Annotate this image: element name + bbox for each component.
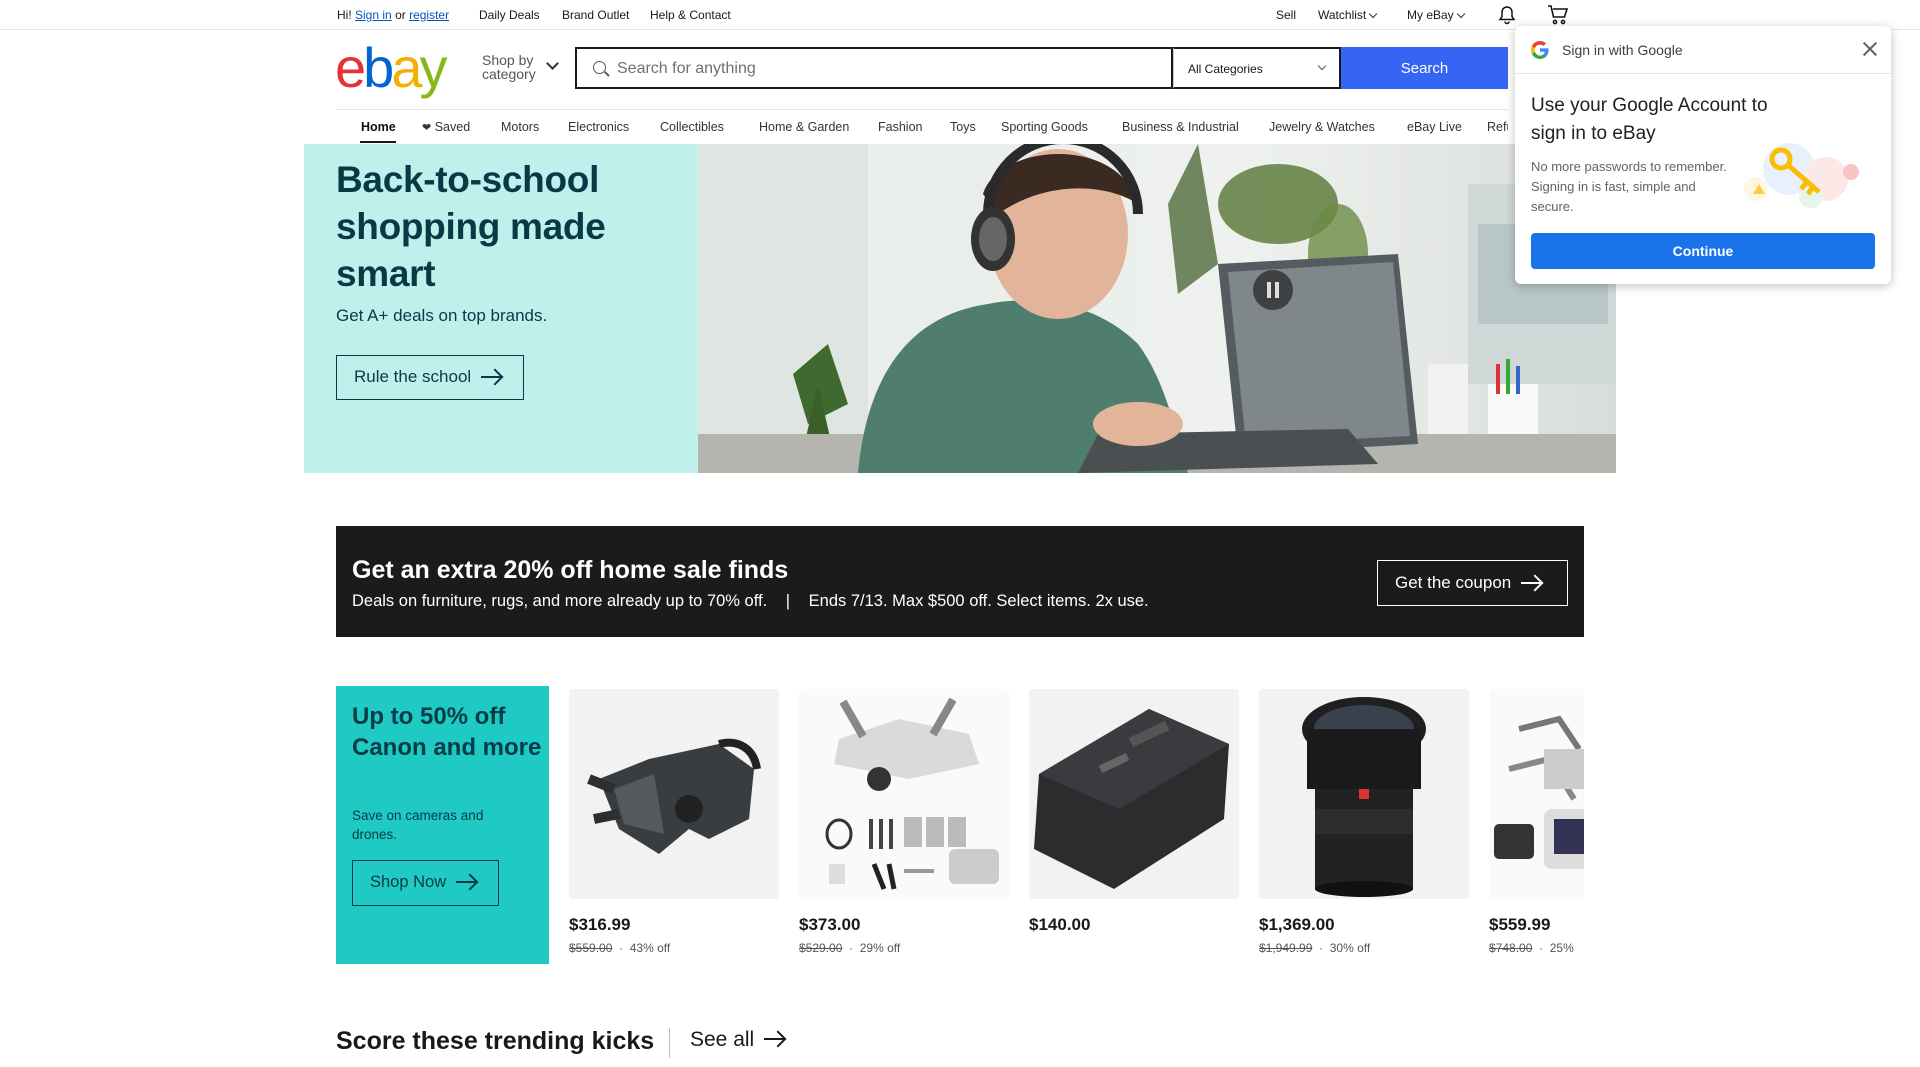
chevron-down-icon — [1456, 9, 1465, 19]
greeting: Hi! Sign in or register — [337, 8, 450, 22]
hero-image-student-laptop — [698, 144, 1616, 473]
register-link[interactable]: register — [409, 8, 449, 22]
product-image-fpv-goggles — [569, 689, 779, 899]
product-image-drone-battery — [1029, 689, 1239, 899]
tab-sporting-goods[interactable]: Sporting Goods — [1001, 120, 1088, 134]
key-illustration-icon — [1741, 134, 1861, 219]
discount-label: 25% — [1549, 941, 1574, 955]
bell-icon[interactable] — [1497, 5, 1517, 28]
product-price: $373.00 — [799, 915, 861, 934]
product-card[interactable]: $1,369.00 $1,949.99 · 30% off — [1259, 689, 1469, 955]
discount-label: 43% off — [629, 941, 671, 955]
ebay-logo[interactable]: ebay — [335, 40, 447, 96]
tab-saved[interactable]: ❤ Saved — [422, 120, 470, 134]
tab-fashion[interactable]: Fashion — [878, 120, 922, 134]
sell-link[interactable]: Sell — [1276, 8, 1296, 22]
discount-label: 29% off — [859, 941, 901, 955]
tab-jewelry-watches[interactable]: Jewelry & Watches — [1269, 120, 1375, 134]
help-contact-link[interactable]: Help & Contact — [650, 8, 731, 22]
shop-by-category-button[interactable]: Shop by category — [482, 53, 559, 81]
shop-now-button[interactable]: Shop Now — [352, 860, 499, 906]
camera-deals-subtitle: Save on cameras and drones. — [352, 808, 484, 842]
popup-header: Sign in with Google — [1515, 26, 1891, 74]
discount-label: 30% off — [1329, 941, 1371, 955]
original-price: $529.00 — [799, 941, 843, 955]
search-button[interactable]: Search — [1341, 47, 1508, 89]
tab-business-industrial[interactable]: Business & Industrial — [1122, 120, 1239, 134]
product-image-drone-combo-kit — [799, 689, 1009, 899]
tab-toys[interactable]: Toys — [950, 120, 976, 134]
google-sign-in-popup: Sign in with Google Use your Google Acco… — [1515, 26, 1891, 284]
hero-title: Back-to-school shopping made smart — [336, 159, 606, 294]
product-card[interactable]: $316.99 $559.00 · 43% off — [569, 689, 779, 955]
original-price: $748.00 — [1489, 941, 1533, 955]
chevron-down-icon — [546, 57, 559, 70]
product-price: $316.99 — [569, 915, 631, 934]
arrow-right-icon — [456, 880, 477, 883]
sign-in-link[interactable]: Sign in — [355, 8, 392, 22]
brand-outlet-link[interactable]: Brand Outlet — [562, 8, 629, 22]
see-all-link[interactable]: See all — [669, 1028, 785, 1058]
popup-header-title: Sign in with Google — [1562, 42, 1683, 58]
search-box — [575, 47, 1173, 89]
search-icon — [593, 61, 606, 74]
active-tab-underline — [360, 141, 396, 143]
watchlist-menu[interactable]: Watchlist — [1318, 8, 1378, 22]
tab-ebay-live[interactable]: eBay Live — [1407, 120, 1462, 134]
product-image-camera-lens — [1259, 689, 1469, 899]
tab-collectibles[interactable]: Collectibles — [660, 120, 724, 134]
product-image-drone-with-controller — [1489, 689, 1584, 899]
product-price: $140.00 — [1029, 915, 1091, 934]
original-price: $1,949.99 — [1259, 941, 1313, 955]
daily-deals-link[interactable]: Daily Deals — [479, 8, 540, 22]
camera-deals-tile: Up to 50% off Canon and more Save on cam… — [336, 686, 549, 964]
my-ebay-menu[interactable]: My eBay — [1407, 8, 1465, 22]
hero-banner: Back-to-school shopping made smart Get A… — [304, 144, 1616, 473]
continue-button[interactable]: Continue — [1531, 233, 1875, 269]
category-nav: Home ❤ Saved Motors Electronics Collecti… — [337, 109, 1508, 144]
product-card[interactable]: $373.00 $529.00 · 29% off — [799, 689, 1009, 955]
heart-icon: ❤ — [422, 122, 432, 134]
pause-icon[interactable] — [1253, 270, 1293, 310]
tab-refurbished[interactable]: Refu — [1487, 120, 1508, 134]
product-card[interactable]: $140.00 — [1029, 689, 1239, 935]
trending-section-title: Score these trending kicks — [336, 1027, 655, 1055]
search-input[interactable] — [617, 58, 977, 80]
product-carousel: $316.99 $559.00 · 43% off $373.00 $529.0… — [560, 680, 1584, 980]
product-price: $559.99 — [1489, 915, 1551, 934]
arrow-right-icon — [1521, 581, 1542, 584]
category-select[interactable]: All Categories — [1173, 47, 1341, 89]
popup-description: No more passwords to remember. Signing i… — [1531, 159, 1727, 214]
product-price: $1,369.00 — [1259, 915, 1335, 934]
tab-motors[interactable]: Motors — [501, 120, 539, 134]
original-price: $559.00 — [569, 941, 613, 955]
product-card[interactable]: $559.99 $748.00 · 25% — [1489, 689, 1584, 955]
chevron-down-icon — [1317, 61, 1327, 71]
chevron-down-icon — [1368, 9, 1378, 19]
rule-the-school-button[interactable]: Rule the school — [336, 355, 524, 400]
close-icon[interactable] — [1861, 40, 1879, 58]
google-logo-icon — [1530, 40, 1549, 64]
camera-deals-title: Up to 50% off Canon and more — [352, 703, 542, 761]
promo-subtitle: Deals on furniture, rugs, and more alrea… — [352, 592, 1149, 610]
tab-electronics[interactable]: Electronics — [568, 120, 629, 134]
promo-banner: Get an extra 20% off home sale finds Dea… — [336, 526, 1584, 637]
get-coupon-button[interactable]: Get the coupon — [1377, 560, 1568, 606]
arrow-right-icon — [481, 375, 502, 378]
promo-title: Get an extra 20% off home sale finds — [352, 556, 789, 584]
arrow-right-icon — [764, 1038, 785, 1041]
tab-home[interactable]: Home — [361, 120, 396, 134]
hero-subtitle: Get A+ deals on top brands. — [336, 306, 548, 325]
tab-home-garden[interactable]: Home & Garden — [759, 120, 849, 134]
